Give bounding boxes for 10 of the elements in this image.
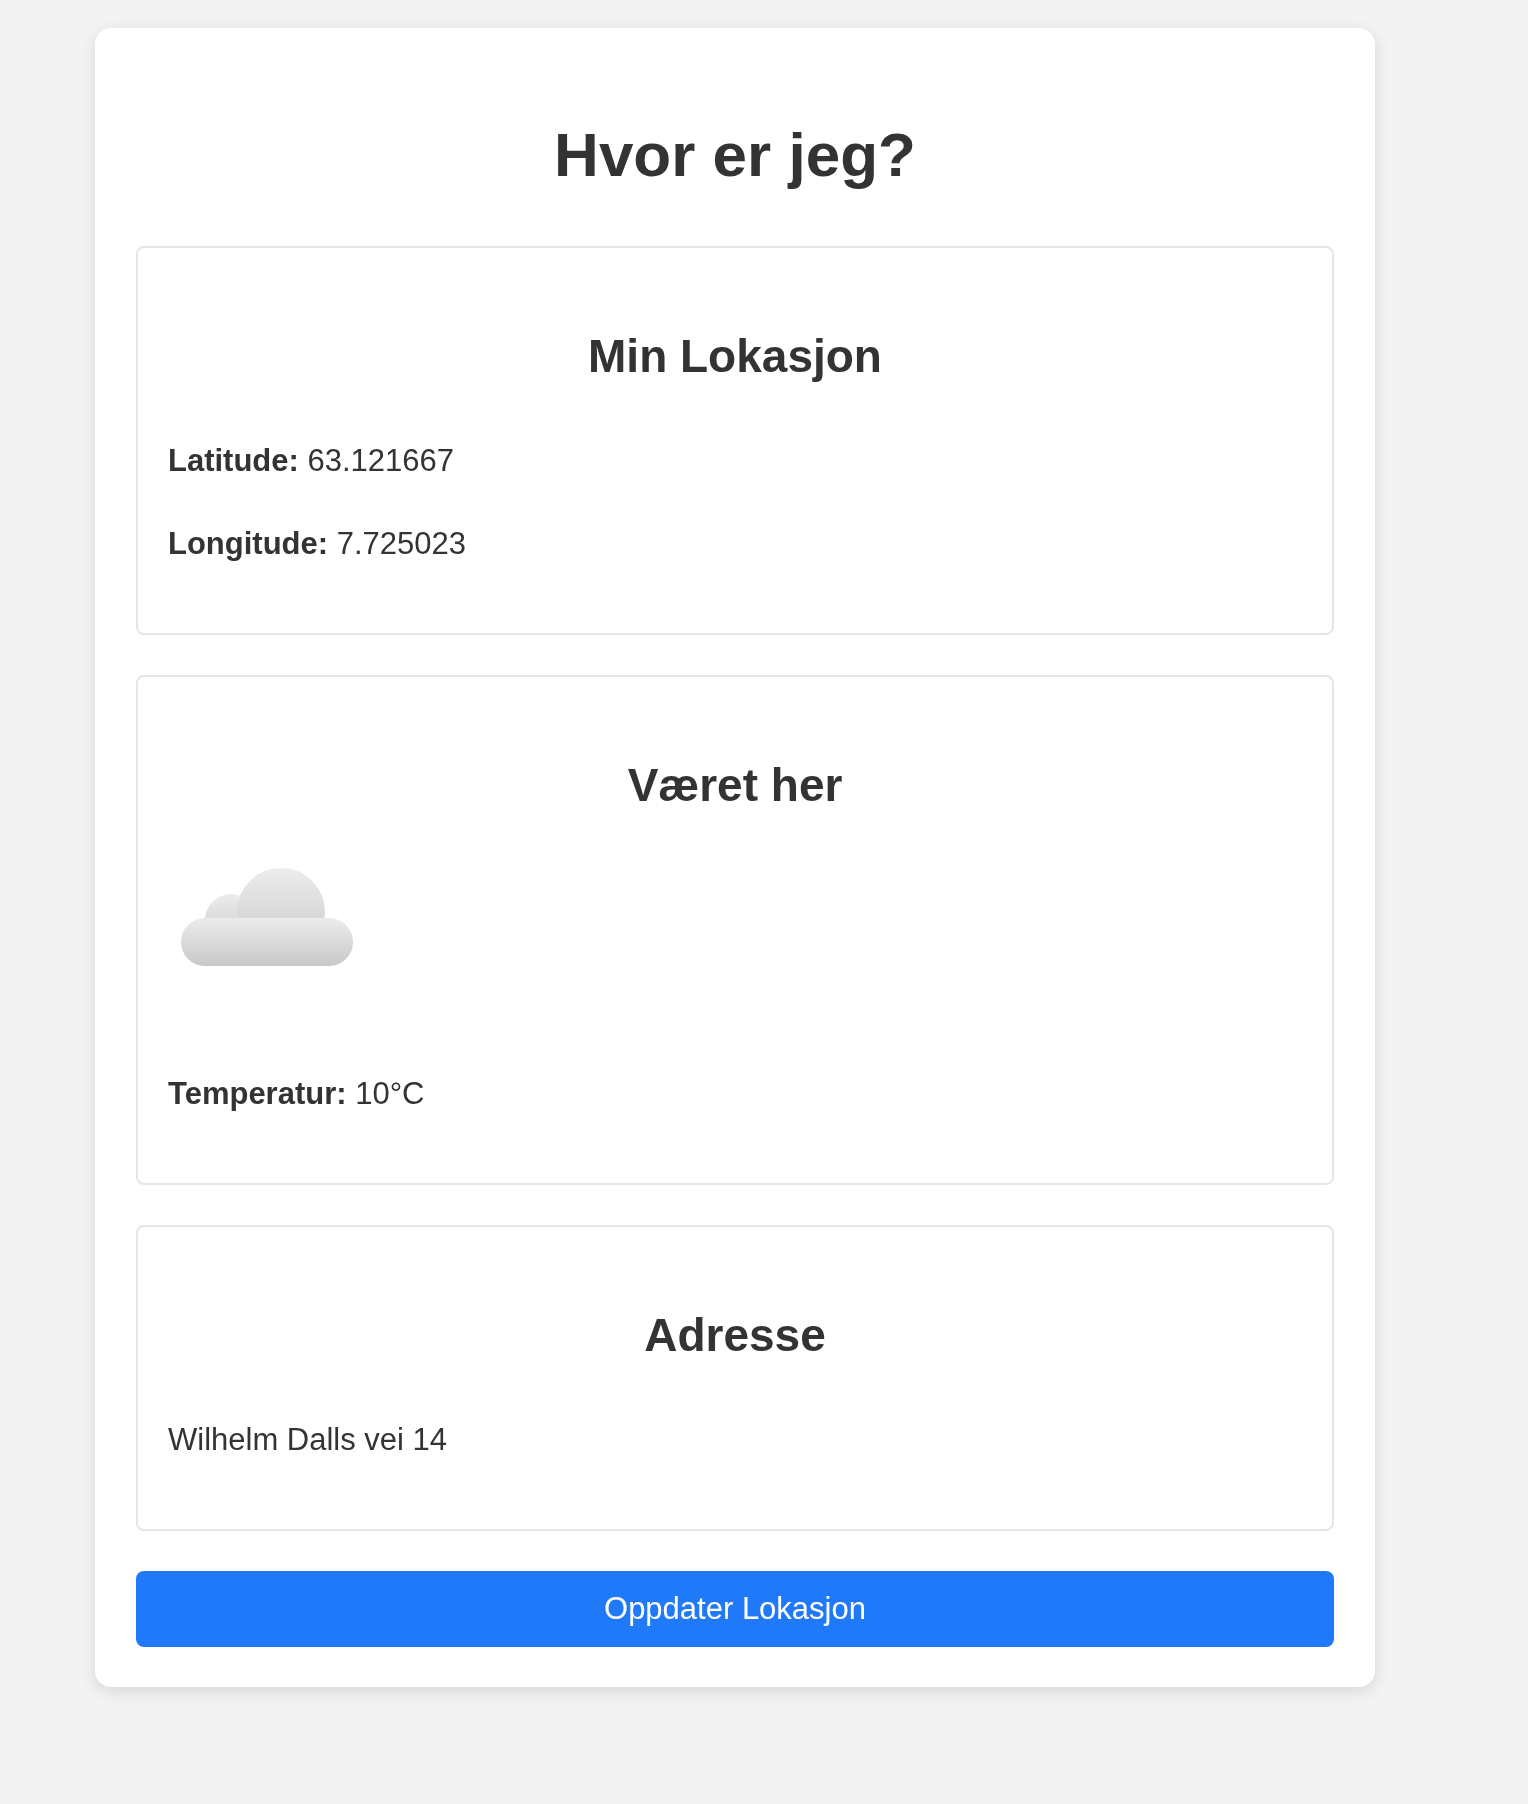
info-line: Longitude: 7.725023	[168, 525, 467, 563]
cloud-icon	[181, 868, 353, 966]
section-heading: Min Lokasjon	[587, 329, 883, 384]
update-location-button[interactable]: Oppdater Lokasjon	[136, 1571, 1334, 1647]
address-text: Wilhelm Dalls vei 14	[168, 1421, 448, 1459]
page-title: Hvor er jeg?	[553, 120, 917, 190]
info-line: Temperatur: 10°C	[168, 1075, 425, 1113]
section-heading: Været her	[626, 758, 844, 813]
section-heading: Adresse	[643, 1308, 827, 1363]
info-line: Latitude: 63.121667	[168, 442, 455, 480]
